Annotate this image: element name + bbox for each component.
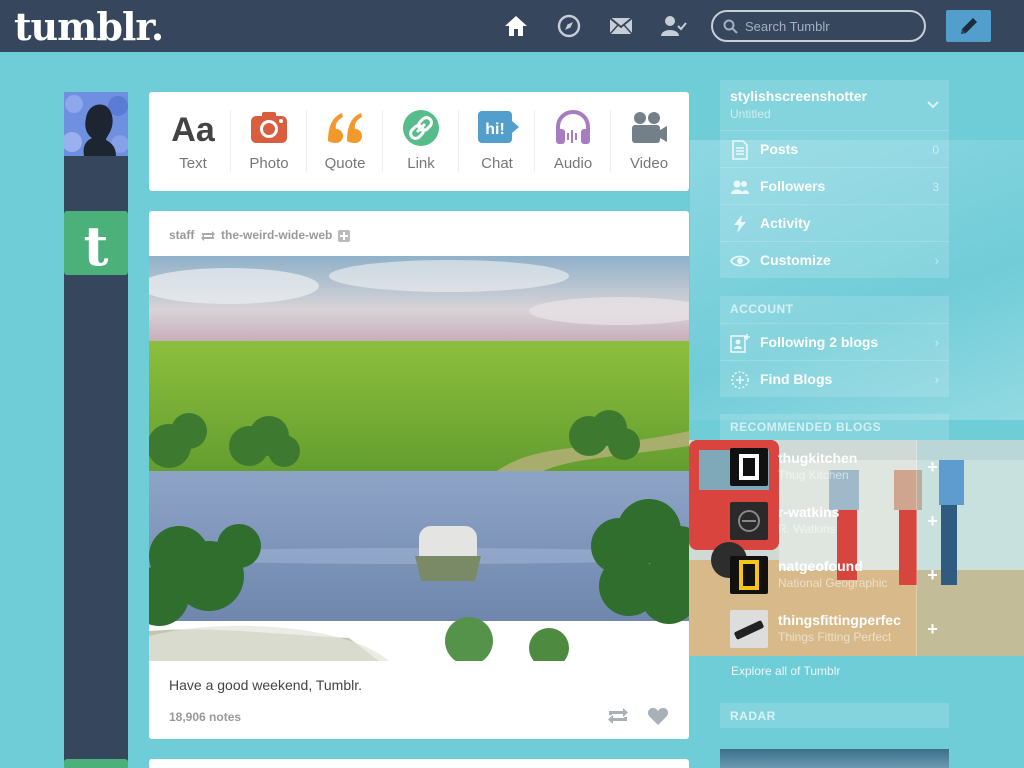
radar-heading: RADAR (730, 709, 776, 723)
blog-menu: stylishscreenshotter Untitled Posts 0 Fo… (720, 80, 949, 278)
blog-name[interactable]: stylishscreenshotter (730, 88, 867, 104)
chat-post-button[interactable]: hi! Chat (459, 92, 535, 191)
post-author-link[interactable]: staff (169, 228, 194, 242)
chevron-down-icon[interactable] (927, 96, 939, 114)
chevron-right-icon: › (934, 335, 939, 350)
radar-header: RADAR (720, 703, 949, 728)
activity-icon (730, 214, 750, 234)
plus-icon: + (927, 565, 938, 585)
chevron-right-icon: › (934, 372, 939, 387)
find-blogs-icon (730, 370, 750, 390)
post-actions (607, 706, 669, 731)
svg-text:t: t (84, 214, 109, 275)
svg-text:hi!: hi! (485, 121, 505, 138)
sidebar-item-followers[interactable]: Followers 3 (720, 167, 949, 204)
account-heading: ACCOUNT (730, 302, 794, 316)
recommended-header: RECOMMENDED BLOGS (720, 414, 949, 440)
link-icon (402, 109, 440, 147)
follow-plus-icon[interactable] (336, 228, 350, 242)
recommended-heading: RECOMMENDED BLOGS (730, 420, 882, 434)
plus-icon: + (927, 457, 938, 477)
pencil-icon (961, 18, 977, 34)
link-post-button[interactable]: Link (383, 92, 459, 191)
inbox-icon[interactable] (608, 13, 634, 39)
plus-icon: + (927, 511, 938, 531)
search-icon (723, 19, 738, 34)
post-notes-count[interactable]: 18,906 notes (169, 710, 241, 724)
post-caption: Have a good weekend, Tumblr. (169, 677, 363, 693)
sidebar-item-posts[interactable]: Posts 0 (720, 130, 949, 167)
post-header: staff the-weird-wide-web (169, 227, 350, 242)
posts-icon (730, 140, 750, 160)
follow-thugkitchen-button[interactable]: + (916, 440, 948, 494)
reblog-icon[interactable] (607, 706, 629, 731)
chevron-right-icon: › (934, 253, 939, 268)
like-heart-icon[interactable] (647, 706, 669, 731)
dashboard-post: staff the-weird-wide-web Have a good wee… (149, 211, 689, 739)
sidebar-item-customize[interactable]: Customize › (720, 241, 949, 278)
follow-r-watkins-button[interactable]: + (916, 494, 948, 548)
video-camera-icon (630, 109, 668, 147)
blog-avatar (730, 610, 768, 648)
video-post-button[interactable]: Video (611, 92, 687, 191)
following-icon (730, 333, 750, 353)
explore-all-link[interactable]: Explore all of Tumblr (731, 664, 840, 678)
text-post-button[interactable]: Aa Text (155, 92, 231, 191)
search-box[interactable] (711, 10, 926, 42)
post-photo[interactable] (149, 256, 689, 668)
sidebar-item-following[interactable]: Following 2 blogs › (720, 323, 949, 360)
svg-text:Aa: Aa (171, 111, 216, 147)
audio-post-button[interactable]: Audio (535, 92, 611, 191)
national-geographic-logo-icon (730, 556, 768, 594)
photo-post-button[interactable]: Photo (231, 92, 307, 191)
radar-image[interactable] (720, 749, 949, 768)
text-icon: Aa (171, 109, 216, 149)
blog-title: Untitled (730, 107, 771, 121)
quote-post-button[interactable]: Quote (307, 92, 383, 191)
follow-natgeofound-button[interactable]: + (916, 548, 948, 602)
explore-icon[interactable] (556, 13, 582, 39)
next-dashboard-post (149, 759, 689, 768)
quote-icon (326, 109, 364, 147)
reblog-small-icon (198, 228, 221, 242)
home-icon[interactable] (503, 13, 529, 39)
dashboard-left-rail (64, 92, 128, 768)
top-navigation-bar: tumblr. (0, 0, 1024, 52)
account-menu: ACCOUNT Following 2 blogs › Find Blogs › (720, 296, 949, 397)
tumblr-logo[interactable]: tumblr. (14, 4, 164, 49)
account-icon[interactable] (661, 13, 687, 39)
blog-avatar (730, 502, 768, 540)
user-avatar[interactable] (62, 92, 129, 156)
next-post-avatar[interactable] (64, 759, 128, 768)
reblog-source-link[interactable]: the-weird-wide-web (221, 228, 332, 242)
blog-avatar (730, 448, 768, 486)
follow-thingsfittingperfec-button[interactable]: + (916, 602, 948, 656)
compose-post-button[interactable] (946, 10, 991, 42)
staff-avatar[interactable]: t (64, 211, 128, 278)
plus-icon: + (927, 619, 938, 639)
post-type-composer: Aa Text Photo Quote Link hi! Chat Audio … (149, 92, 689, 191)
eye-icon (729, 251, 751, 271)
sidebar-item-find-blogs[interactable]: Find Blogs › (720, 360, 949, 397)
sidebar-item-activity[interactable]: Activity (720, 204, 949, 241)
followers-icon (730, 177, 750, 197)
headphones-icon (554, 109, 592, 147)
camera-icon (250, 109, 288, 147)
chat-icon: hi! (478, 109, 519, 147)
search-input[interactable] (745, 17, 915, 35)
